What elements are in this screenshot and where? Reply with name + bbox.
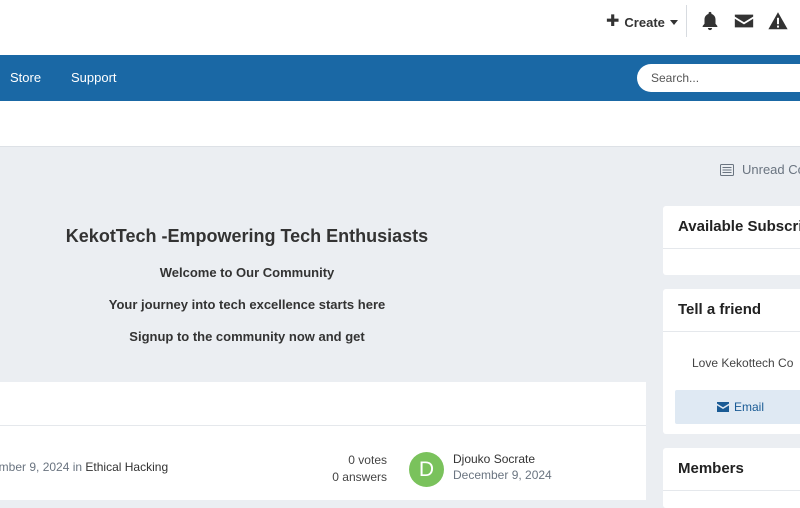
widget-divider xyxy=(663,331,800,332)
email-label: Email xyxy=(734,400,765,414)
feed-item-category-link[interactable]: Ethical Hacking xyxy=(85,460,168,474)
answers-count: 0 answers xyxy=(332,470,387,484)
caret-down-icon xyxy=(669,20,678,25)
hero-signup-line: Signup to the community now and get xyxy=(129,329,365,344)
breadcrumb-bar xyxy=(0,101,800,147)
feed-item-date: ember 9, 2024 xyxy=(0,460,70,474)
search-input[interactable] xyxy=(637,64,800,92)
header-divider xyxy=(686,5,687,37)
feed-item-in: in xyxy=(69,460,86,474)
subscriptions-widget: Available Subscrip xyxy=(663,206,800,275)
main-navigation: Store Support xyxy=(0,55,800,101)
widget-divider xyxy=(663,248,800,249)
feed-item-stats: 0 votes 0 answers xyxy=(300,452,387,486)
post-date: December 9, 2024 xyxy=(453,468,552,482)
nav-store-link[interactable]: Store xyxy=(10,55,41,101)
envelope-icon xyxy=(717,402,729,412)
create-label: Create xyxy=(624,14,665,30)
unread-content-link[interactable]: Unread Co xyxy=(720,162,800,177)
votes-count: 0 votes xyxy=(348,453,387,467)
newspaper-icon xyxy=(720,163,734,176)
tell-friend-text: Love Kekottech Co xyxy=(692,356,794,370)
members-widget: Members xyxy=(663,448,800,508)
hero-title: KekotTech -Empowering Tech Enthusiasts xyxy=(65,226,429,246)
tell-friend-widget: Tell a friend Love Kekottech Co Email xyxy=(663,289,800,434)
top-header: ✚ Create xyxy=(0,0,800,55)
create-menu-button[interactable]: ✚ Create xyxy=(606,12,678,32)
avatar[interactable]: D xyxy=(409,452,444,487)
plus-icon: ✚ xyxy=(606,13,620,30)
envelope-icon[interactable] xyxy=(733,10,755,32)
bell-icon[interactable] xyxy=(699,10,721,32)
nav-support-link[interactable]: Support xyxy=(71,55,117,101)
unread-label: Unread Co xyxy=(742,162,800,177)
hero-welcome-line: Welcome to Our Community xyxy=(159,265,335,280)
hero-journey-line: Your journey into tech excellence starts… xyxy=(108,297,386,312)
warning-icon[interactable] xyxy=(767,10,789,32)
author-name-link[interactable]: Djouko Socrate xyxy=(453,451,535,467)
tell-friend-title: Tell a friend xyxy=(678,301,762,318)
widget-divider xyxy=(663,490,800,491)
feed-header xyxy=(0,382,646,426)
subscriptions-title: Available Subscrip xyxy=(678,218,800,235)
email-share-button[interactable]: Email xyxy=(675,390,800,424)
feed-item-meta: ember 9, 2024 in Ethical Hacking xyxy=(0,460,168,474)
members-title: Members xyxy=(678,460,744,477)
